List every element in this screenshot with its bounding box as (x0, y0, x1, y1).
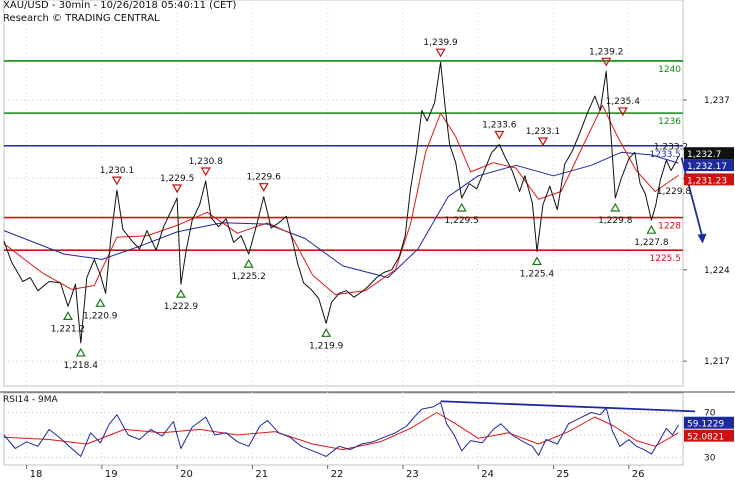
rsi-line (3, 401, 679, 457)
level-label: 1236 (658, 117, 681, 127)
x-tick-label: 26 (632, 469, 645, 480)
pivot-label: 1,219.9 (309, 341, 344, 351)
pivot-label: 1,229.6 (247, 173, 282, 183)
support-marker (175, 288, 186, 298)
resistance-marker (200, 167, 211, 177)
x-tick-label: 19 (105, 469, 118, 480)
pivot-label: 1,222.9 (164, 302, 199, 312)
resistance-marker (494, 130, 505, 140)
price-y-tick-label: 1,237 (704, 96, 730, 106)
rsi-trendline (440, 400, 696, 413)
rsi-y-tick-label: 30 (704, 454, 716, 464)
pivot-label: 1,239.2 (589, 47, 623, 57)
resistance-marker (537, 137, 549, 147)
price-value-tag-label: 1,231.23 (687, 176, 727, 186)
pivot-label: 1,233.6 (482, 120, 517, 130)
pivot-label: 1,229.8 (657, 187, 692, 197)
pivot-label: 1,218.4 (64, 361, 99, 371)
price-value-tag-label: 1,232.7 (687, 150, 721, 160)
x-tick-label: 24 (481, 469, 494, 480)
pivot-label: 1,235.4 (606, 97, 641, 107)
support-marker (321, 328, 332, 337)
x-tick-label: 18 (30, 469, 43, 480)
pivot-label: 1,230.8 (189, 157, 224, 167)
forecast-arrow-head (697, 233, 707, 244)
resistance-marker (258, 183, 269, 192)
red-moving-average-line (3, 104, 679, 296)
resistance-marker (601, 57, 612, 67)
price-and-rsi-chart: 124012361233.512281225.5 1,221.21,218.41… (0, 0, 735, 480)
x-tick-label: 20 (180, 469, 193, 480)
support-marker (95, 298, 106, 307)
support-marker (610, 202, 621, 212)
support-marker (243, 258, 254, 268)
price-line (3, 61, 679, 344)
pivot-label: 1,227.8 (634, 238, 669, 248)
pivot-label: 1,225.4 (520, 270, 555, 280)
pivot-label: 1,239.9 (423, 38, 458, 48)
pivot-label: 1,225.2 (231, 272, 265, 282)
support-marker (456, 202, 467, 212)
support-marker (75, 347, 86, 357)
rsi-panel-title: RSI14 - 9MA (3, 395, 59, 405)
pivot-label: 1,233.2 (654, 143, 688, 153)
rsi-value-tag-label: 59.1229 (687, 420, 724, 430)
x-tick-label: 23 (406, 469, 419, 480)
pivot-label: 1,233.1 (526, 127, 560, 137)
rsi-panel-frame (3, 392, 684, 466)
pivot-label: 1,230.1 (100, 166, 134, 176)
price-panel-frame (3, 0, 684, 387)
level-label: 1225.5 (650, 254, 682, 264)
level-label: 1228 (658, 222, 681, 232)
pivot-label: 1,220.9 (83, 311, 118, 321)
pivot-label: 1,229.5 (160, 174, 194, 184)
support-marker (62, 311, 74, 320)
x-tick-label: 22 (331, 469, 344, 480)
rsi-value-tag-label: 52.0821 (687, 433, 724, 443)
price-y-tick-label: 1,224 (704, 266, 730, 276)
support-marker (646, 224, 657, 234)
support-marker (531, 256, 542, 266)
x-tick-label: 25 (557, 469, 570, 480)
rsi-moving-average-line (3, 412, 679, 451)
x-tick-label: 21 (255, 469, 268, 480)
pivot-label: 1,221.2 (51, 324, 85, 334)
pivot-label: 1,229.8 (598, 216, 633, 226)
price-y-tick-label: 1,217 (704, 357, 730, 367)
resistance-marker (435, 48, 446, 58)
level-label: 1240 (658, 65, 681, 75)
pivot-label: 1,229.5 (445, 216, 479, 226)
price-value-tag-label: 1,232.17 (687, 162, 727, 172)
